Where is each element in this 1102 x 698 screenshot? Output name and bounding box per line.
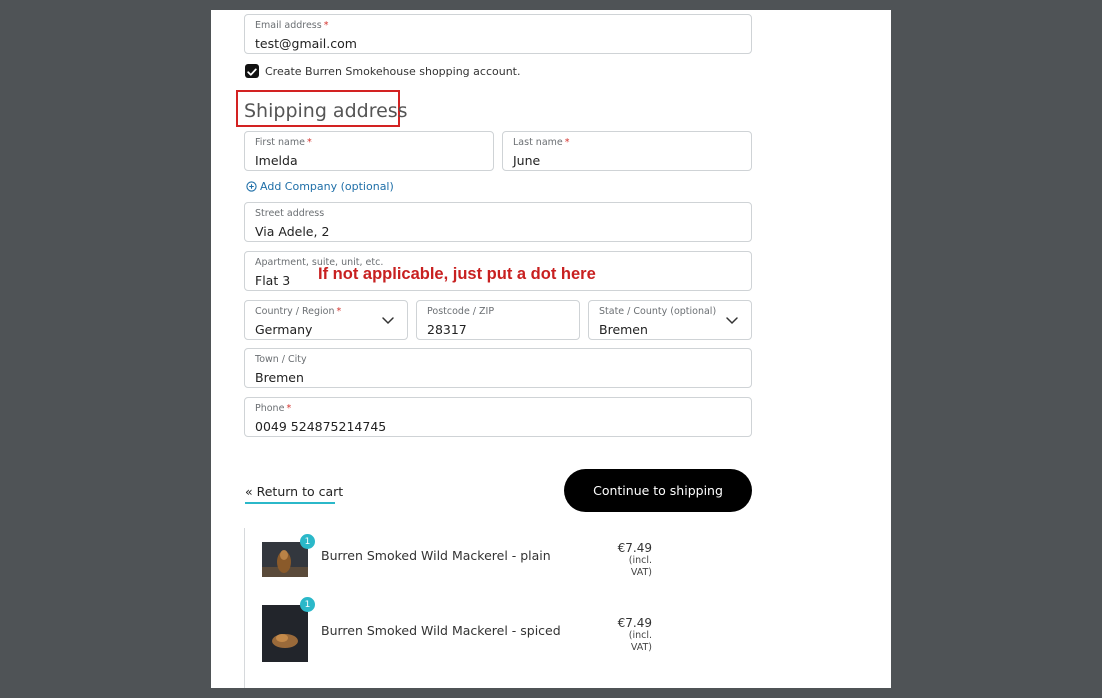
street-address-label: Street address xyxy=(255,208,325,219)
state-value: Bremen xyxy=(599,322,648,337)
apartment-value: Flat 3 xyxy=(255,273,291,288)
checkout-page: Email address * test@gmail.com Create Bur… xyxy=(211,10,891,688)
apartment-annotation: If not applicable, just put a dot here xyxy=(318,265,596,283)
phone-value: 0049 524875214745 xyxy=(255,419,387,434)
email-label: Email address * xyxy=(255,20,329,31)
phone-label: Phone * xyxy=(255,403,292,414)
street-address-value: Via Adele, 2 xyxy=(255,224,330,239)
first-name-label: First name * xyxy=(255,137,312,148)
checkmark-icon xyxy=(247,68,257,76)
country-value: Germany xyxy=(255,322,313,337)
email-field[interactable]: Email address * test@gmail.com xyxy=(244,14,752,54)
postcode-label: Postcode / ZIP xyxy=(427,306,495,317)
postcode-field[interactable]: Postcode / ZIP 28317 xyxy=(416,300,580,340)
last-name-value: June xyxy=(513,153,541,168)
cart-item: 1 Burren Smoked Wild Mackerel - plain €7… xyxy=(262,534,662,594)
chevron-down-icon xyxy=(382,317,394,325)
country-label: Country / Region * xyxy=(255,306,342,317)
return-link-underline xyxy=(245,502,335,504)
cart-item: 1 Burren Smoked Wild Mackerel - spiced €… xyxy=(262,597,662,677)
country-select[interactable]: Country / Region * Germany xyxy=(244,300,408,340)
street-address-field[interactable]: Street address Via Adele, 2 xyxy=(244,202,752,242)
add-company-link[interactable]: Add Company (optional) xyxy=(246,180,394,193)
first-name-field[interactable]: First name * Imelda xyxy=(244,131,494,171)
item-price: €7.49 xyxy=(617,616,652,630)
item-price: €7.49 xyxy=(617,541,652,555)
add-company-label: Add Company (optional) xyxy=(260,180,394,193)
phone-field[interactable]: Phone * 0049 524875214745 xyxy=(244,397,752,437)
last-name-field[interactable]: Last name * June xyxy=(502,131,752,171)
postcode-value: 28317 xyxy=(427,322,467,337)
vat-note: (incl. VAT) xyxy=(628,555,652,578)
quantity-badge: 1 xyxy=(300,597,315,612)
section-title: Shipping address xyxy=(244,100,408,122)
chevron-down-icon xyxy=(726,317,738,325)
product-image xyxy=(262,542,308,577)
vat-note: (incl. VAT) xyxy=(628,630,652,653)
email-value: test@gmail.com xyxy=(255,36,357,51)
last-name-label: Last name * xyxy=(513,137,570,148)
continue-to-shipping-button[interactable]: Continue to shipping xyxy=(564,469,752,512)
summary-divider xyxy=(244,528,245,688)
state-select[interactable]: State / County (optional) Bremen xyxy=(588,300,752,340)
state-label: State / County (optional) xyxy=(599,306,717,317)
product-image xyxy=(262,605,308,662)
town-field[interactable]: Town / City Bremen xyxy=(244,348,752,388)
return-to-cart-link[interactable]: « Return to cart xyxy=(245,484,343,499)
town-value: Bremen xyxy=(255,370,304,385)
item-name: Burren Smoked Wild Mackerel - spiced xyxy=(321,623,561,638)
item-name: Burren Smoked Wild Mackerel - plain xyxy=(321,548,551,563)
town-label: Town / City xyxy=(255,354,307,365)
create-account-label: Create Burren Smokehouse shopping accoun… xyxy=(265,65,521,78)
create-account-checkbox[interactable] xyxy=(245,64,259,78)
plus-circle-icon xyxy=(246,181,257,192)
first-name-value: Imelda xyxy=(255,153,298,168)
quantity-badge: 1 xyxy=(300,534,315,549)
